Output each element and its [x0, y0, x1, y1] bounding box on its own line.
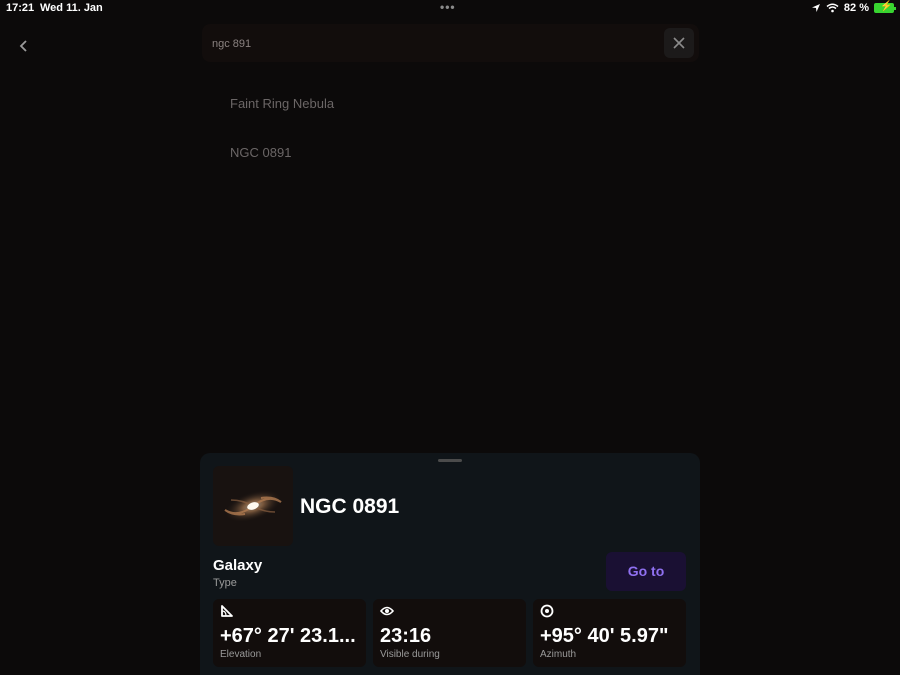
visible-during-card: 23:16 Visible during [373, 599, 526, 667]
wifi-icon [826, 3, 839, 13]
elevation-label: Elevation [220, 649, 262, 660]
status-indicators: 82 % ⚡ [811, 1, 896, 14]
object-type-label: Type [213, 577, 237, 589]
location-icon [811, 4, 820, 12]
close-icon [673, 37, 685, 49]
galaxy-thumbnail [213, 466, 293, 546]
elevation-card: +67° 27' 23.1... Elevation [213, 599, 366, 667]
go-to-button[interactable]: Go to [606, 552, 686, 591]
multitasking-dots-icon[interactable]: ••• [440, 0, 456, 14]
object-name: NGC 0891 [300, 495, 400, 518]
azimuth-value: +95° 40' 5.97" [540, 625, 669, 647]
clear-search-button[interactable] [664, 28, 694, 58]
elevation-value: +67° 27' 23.1... [220, 625, 356, 647]
compass-target-icon [540, 604, 554, 618]
back-button[interactable] [14, 36, 34, 56]
azimuth-card: +95° 40' 5.97" Azimuth [533, 599, 686, 667]
search-input[interactable] [212, 34, 632, 54]
sheet-grabber-handle[interactable] [438, 459, 462, 462]
status-date: Wed 11. Jan [40, 2, 103, 14]
status-time: 17:21 [6, 2, 35, 14]
visible-during-label: Visible during [380, 649, 440, 660]
search-result-item[interactable]: Faint Ring Nebula [230, 96, 334, 111]
search-bar [202, 24, 699, 62]
search-result-item[interactable]: NGC 0891 [230, 145, 291, 160]
elevation-angle-icon [221, 605, 233, 617]
visible-during-value: 23:16 [380, 625, 432, 647]
battery-charging-icon: ⚡ [874, 1, 896, 13]
status-bar: 17:21 Wed 11. Jan ••• 82 % ⚡ [0, 0, 900, 18]
spiral-galaxy-image [224, 489, 282, 523]
object-type-value: Galaxy [213, 557, 263, 574]
chevron-left-icon [19, 40, 27, 52]
battery-percent: 82 % [843, 2, 869, 14]
azimuth-label: Azimuth [540, 649, 577, 660]
eye-icon [380, 606, 394, 616]
object-detail-sheet: NGC 0891 Galaxy Type Go to +67° 27' 23.1… [200, 453, 700, 675]
